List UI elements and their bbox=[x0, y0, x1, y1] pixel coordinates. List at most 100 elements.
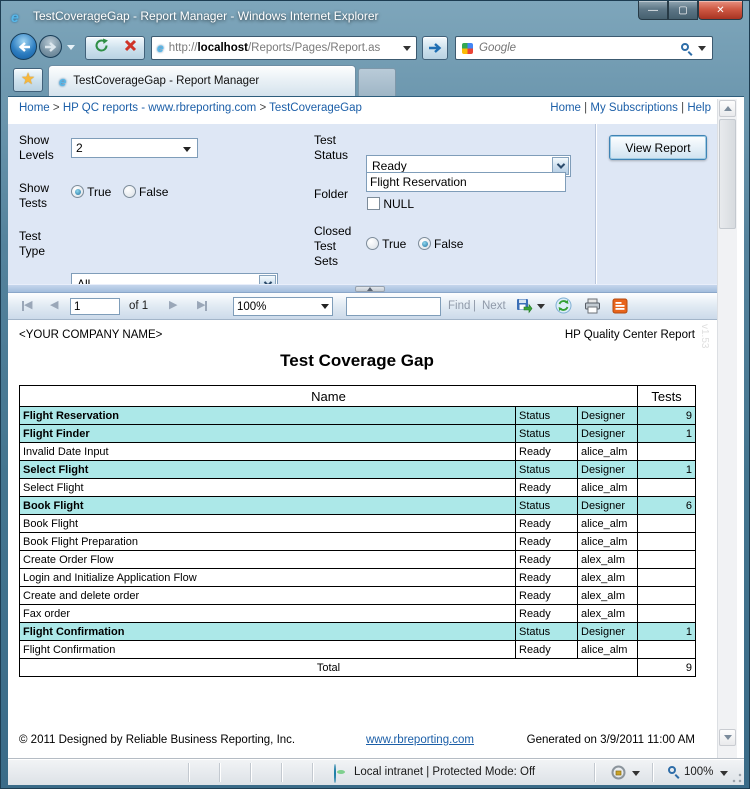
recent-pages-chevron[interactable] bbox=[67, 45, 75, 50]
next-page-button[interactable]: ▶ bbox=[169, 300, 177, 311]
report-table: Name Tests Flight Reservation Status Desig… bbox=[18, 385, 697, 677]
browser-tab[interactable]: e TestCoverageGap - Report Manager bbox=[48, 65, 356, 96]
status-cell: Status bbox=[515, 460, 578, 479]
smartscreen-filter-icon[interactable] bbox=[611, 765, 626, 785]
tests-cell bbox=[637, 514, 697, 533]
search-dropdown-chevron[interactable] bbox=[698, 45, 706, 51]
address-bar[interactable]: e http://localhost/Reports/Pages/Report.… bbox=[151, 36, 417, 60]
status-cell: Status bbox=[515, 496, 578, 515]
tests-cell: 1 bbox=[637, 460, 697, 479]
export-dropdown-chevron[interactable] bbox=[537, 304, 545, 309]
zone-status-text: Local intranet | Protected Mode: Off bbox=[354, 766, 536, 778]
show-tests-true-radio[interactable] bbox=[71, 185, 84, 198]
designer-cell: Designer bbox=[576, 496, 639, 515]
tests-column-header: Tests bbox=[637, 385, 697, 407]
breadcrumb-home-link[interactable]: Home bbox=[19, 102, 50, 114]
name-cell: Select Flight bbox=[19, 460, 516, 479]
search-input[interactable] bbox=[479, 42, 681, 54]
refresh-button[interactable] bbox=[94, 38, 109, 58]
scroll-down-button[interactable] bbox=[719, 729, 736, 746]
zoom-dropdown-chevron[interactable] bbox=[720, 771, 728, 776]
scroll-up-button[interactable] bbox=[719, 100, 736, 117]
previous-page-button[interactable]: ◀ bbox=[50, 300, 58, 311]
test-type-label: Test Type bbox=[19, 229, 46, 258]
stop-button[interactable] bbox=[124, 39, 137, 57]
refresh-report-button[interactable] bbox=[555, 297, 572, 319]
last-page-button[interactable]: ▶ bbox=[197, 300, 208, 311]
status-cell: Status bbox=[515, 424, 578, 443]
closed-true-radio[interactable] bbox=[366, 237, 379, 250]
next-link[interactable]: Next bbox=[482, 300, 506, 312]
resize-grip[interactable] bbox=[732, 773, 742, 783]
null-checkbox[interactable] bbox=[367, 197, 380, 210]
minimize-button[interactable]: — bbox=[638, 1, 668, 20]
tests-cell bbox=[637, 586, 697, 605]
forward-button[interactable] bbox=[39, 35, 62, 58]
breadcrumb-report-link[interactable]: TestCoverageGap bbox=[269, 102, 362, 114]
favorites-button[interactable]: ★ bbox=[13, 68, 43, 92]
folder-input[interactable] bbox=[366, 172, 566, 192]
help-link[interactable]: Help bbox=[687, 102, 711, 114]
print-button[interactable] bbox=[584, 298, 601, 319]
close-button[interactable]: ✕ bbox=[698, 1, 743, 20]
folder-label: Folder bbox=[314, 187, 349, 201]
scroll-up-icon bbox=[723, 106, 732, 111]
folder-null-option: NULL bbox=[367, 197, 414, 211]
search-box[interactable] bbox=[455, 36, 713, 60]
closed-false-radio[interactable] bbox=[417, 237, 431, 250]
maximize-icon: ▢ bbox=[678, 4, 688, 16]
table-header-row: Name Tests bbox=[18, 385, 697, 407]
maximize-button[interactable]: ▢ bbox=[668, 1, 698, 20]
address-dropdown-chevron[interactable] bbox=[403, 45, 411, 51]
go-icon bbox=[429, 43, 442, 53]
view-report-button[interactable]: View Report bbox=[609, 135, 707, 160]
google-icon bbox=[462, 42, 473, 54]
find-link[interactable]: Find bbox=[448, 300, 470, 312]
search-icon[interactable] bbox=[681, 42, 693, 56]
total-row: Total 9 bbox=[18, 658, 697, 677]
test-status-label: Test Status bbox=[314, 133, 349, 162]
report-body: <YOUR COMPANY NAME> HP Quality Center Re… bbox=[8, 320, 717, 759]
home-link[interactable]: Home bbox=[550, 102, 581, 114]
go-button[interactable] bbox=[422, 36, 448, 60]
footer-link[interactable]: www.rbreporting.com bbox=[366, 734, 474, 746]
group-row: Flight Finder Status Designer 1 bbox=[19, 424, 697, 443]
zoom-level-text[interactable]: 100% bbox=[684, 766, 713, 778]
stop-icon bbox=[124, 39, 136, 52]
new-tab-stub[interactable] bbox=[358, 68, 396, 96]
breadcrumb-folder-link[interactable]: HP QC reports - www.rbreporting.com bbox=[63, 102, 256, 114]
export-button[interactable] bbox=[516, 298, 533, 319]
zoom-select[interactable]: 100% bbox=[233, 297, 333, 316]
data-feed-button[interactable] bbox=[612, 298, 628, 319]
show-levels-select[interactable]: 2 bbox=[71, 138, 198, 158]
name-cell: Create Order Flow bbox=[19, 550, 516, 569]
test-row: Create and delete order Ready alex_alm bbox=[19, 586, 697, 605]
find-input[interactable] bbox=[346, 297, 441, 316]
show-tests-false-radio[interactable] bbox=[122, 185, 136, 198]
back-button[interactable] bbox=[10, 33, 37, 60]
designer-cell: Designer bbox=[576, 406, 639, 425]
test-row: Create Order Flow Ready alex_alm bbox=[19, 550, 697, 569]
scroll-down-icon bbox=[723, 735, 732, 740]
my-subscriptions-link[interactable]: My Subscriptions bbox=[590, 102, 678, 114]
page-number-input[interactable] bbox=[70, 298, 120, 315]
status-cell: Ready bbox=[515, 640, 578, 659]
tab-favicon-icon: e bbox=[59, 73, 67, 89]
report-table-body: Flight Reservation Status Designer 9 Flight … bbox=[19, 406, 697, 659]
scrollbar-thumb[interactable] bbox=[719, 119, 736, 229]
params-divider bbox=[595, 124, 596, 284]
window-title: TestCoverageGap - Report Manager - Windo… bbox=[33, 9, 379, 23]
params-splitter[interactable] bbox=[8, 284, 717, 293]
company-name: <YOUR COMPANY NAME> bbox=[19, 329, 163, 341]
filter-dropdown-chevron[interactable] bbox=[632, 771, 640, 776]
group-row: Select Flight Status Designer 1 bbox=[19, 460, 697, 479]
total-value: 9 bbox=[637, 658, 697, 677]
status-cell: Ready bbox=[515, 514, 578, 533]
tests-cell: 1 bbox=[637, 424, 697, 443]
forward-icon bbox=[44, 41, 56, 52]
first-page-button[interactable]: ◀ bbox=[22, 300, 32, 311]
vertical-scrollbar[interactable] bbox=[717, 99, 737, 759]
collapse-handle[interactable] bbox=[355, 286, 385, 292]
status-bar: Local intranet | Protected Mode: Off 100… bbox=[8, 758, 744, 785]
tests-cell: 1 bbox=[637, 622, 697, 641]
